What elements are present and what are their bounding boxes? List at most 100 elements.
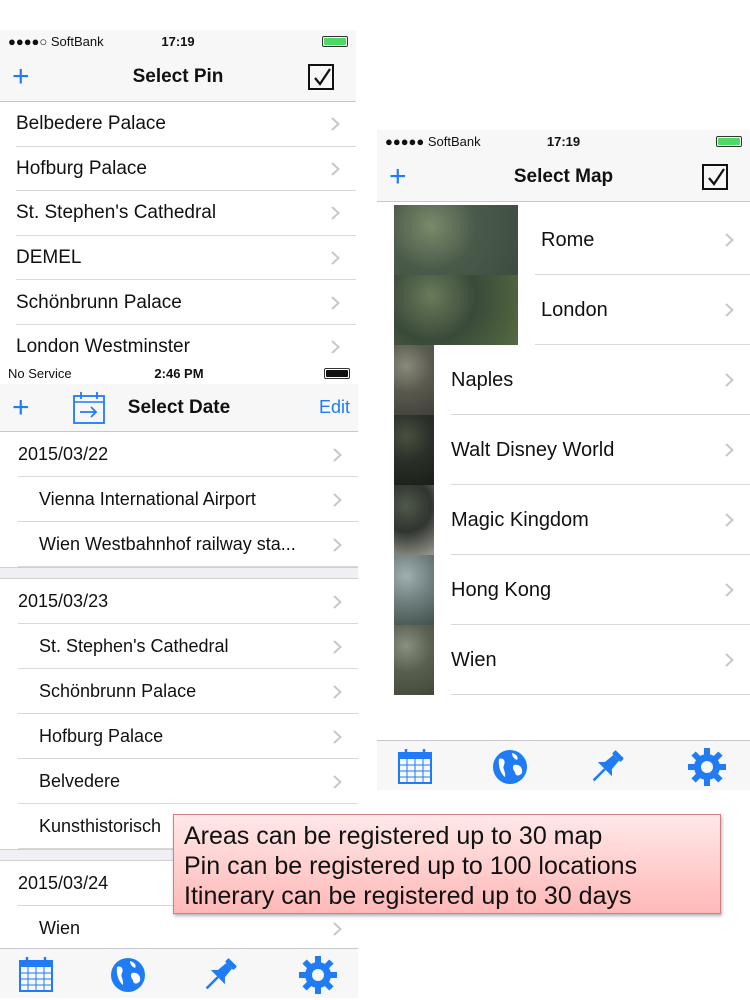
callout-line: Areas can be registered up to 30 map [184, 822, 603, 850]
itinerary-item[interactable]: St. Stephen's Cathedral [0, 624, 358, 669]
feature-callout: Areas can be registered up to 30 map Pin… [173, 814, 721, 914]
map-list-item[interactable]: Hong Kong [377, 555, 750, 625]
date-header-row-label: 2015/03/22 [18, 444, 109, 464]
pin-list-item-label: St. Stephen's Cathedral [16, 202, 217, 224]
chevron-right-icon [725, 233, 734, 247]
chevron-right-icon [331, 162, 340, 176]
itinerary-item-label: Wien Westbahnhof railway sta... [39, 534, 296, 554]
map-list-item-label: Wien [451, 648, 497, 671]
clock: 2:46 PM [154, 365, 204, 381]
itinerary-item[interactable]: Belvedere [0, 759, 358, 804]
globe-icon[interactable] [490, 747, 530, 787]
itinerary-item[interactable]: Wien Westbahnhof railway sta... [0, 522, 358, 567]
page-title: Select Date [127, 396, 231, 418]
select-map-screen: ●●●●● SoftBank 17:19 + Select Map Rome Lo… [377, 130, 750, 792]
map-list-item[interactable]: London [377, 275, 750, 345]
nav-bar: + Select Pin [0, 52, 356, 102]
map-list-item-label: London [541, 298, 608, 321]
calendar-icon[interactable] [395, 747, 435, 787]
chevron-right-icon [333, 447, 342, 462]
checkbox-icon[interactable] [702, 163, 728, 190]
chevron-right-icon [333, 537, 342, 552]
chevron-right-icon [333, 594, 342, 609]
pin-list-item-label: London Westminster [16, 336, 190, 358]
pin-list-item[interactable]: DEMEL [0, 236, 356, 281]
map-list-item[interactable]: Naples [377, 345, 750, 415]
pin-list-item-label: Schönbrunn Palace [16, 291, 182, 313]
pin-list-item[interactable]: Hofburg Palace [0, 147, 356, 192]
gear-icon[interactable] [298, 955, 338, 995]
chevron-right-icon [331, 340, 340, 355]
date-header-row-label: 2015/03/23 [18, 591, 109, 611]
map-list-item-label: Hong Kong [451, 578, 552, 601]
pin-list-item[interactable]: Schönbrunn Palace [0, 280, 356, 325]
itinerary-item[interactable]: Hofburg Palace [0, 714, 358, 759]
chevron-right-icon [333, 684, 342, 699]
clock: 17:19 [546, 133, 581, 149]
pin-icon[interactable] [200, 955, 240, 995]
callout-line: Pin can be registered up to 100 location… [184, 852, 638, 880]
map-list-item[interactable]: Rome [377, 205, 750, 275]
gear-icon[interactable] [687, 747, 727, 787]
chevron-right-icon [725, 373, 734, 387]
pin-list-item-label: DEMEL [16, 247, 82, 269]
clock: 17:19 [161, 33, 195, 49]
map-list-item[interactable]: Magic Kingdom [377, 485, 750, 555]
chevron-right-icon [333, 774, 342, 789]
battery-icon [322, 36, 348, 47]
map-list-item-label: Naples [451, 368, 514, 391]
checkbox-icon[interactable] [308, 63, 334, 90]
chevron-right-icon [331, 251, 340, 265]
globe-icon[interactable] [108, 955, 148, 995]
itinerary-item-label: Belvedere [39, 771, 121, 791]
status-bar: ●●●●○ SoftBank 17:19 [0, 30, 356, 52]
calendar-icon[interactable] [16, 955, 56, 995]
pin-list-item[interactable]: St. Stephen's Cathedral [0, 191, 356, 236]
map-list-item[interactable]: Wien [377, 625, 750, 695]
chevron-right-icon [725, 583, 734, 597]
callout-line: Itinerary can be registered up to 30 day… [184, 882, 632, 910]
section-separator [0, 567, 358, 579]
chevron-right-icon [725, 443, 734, 457]
date-header-row-label: 2015/03/24 [18, 873, 109, 893]
chevron-right-icon [725, 303, 734, 317]
select-pin-screen: ●●●●○ SoftBank 17:19 + Select Pin Belbed… [0, 30, 356, 370]
chevron-right-icon [725, 653, 734, 667]
date-header-row[interactable]: 2015/03/23 [0, 579, 358, 624]
battery-icon [324, 368, 350, 379]
itinerary-item-label: Wien [39, 918, 81, 938]
chevron-right-icon [333, 639, 342, 654]
itinerary-item[interactable]: Schönbrunn Palace [0, 669, 358, 714]
map-list-item[interactable]: Walt Disney World [377, 415, 750, 485]
tab-bar [0, 948, 358, 998]
itinerary-item-label: Schönbrunn Palace [39, 681, 197, 701]
chevron-right-icon [331, 206, 340, 221]
nav-bar: + Select Map [377, 152, 750, 202]
itinerary-item-label: Hofburg Palace [39, 726, 164, 746]
date-header-row[interactable]: 2015/03/22 [0, 432, 358, 477]
tab-bar [377, 740, 750, 790]
page-title: Select Map [513, 165, 614, 187]
pin-list-item-label: Belbedere Palace [16, 113, 166, 135]
status-bar: ●●●●● SoftBank 17:19 [377, 130, 750, 152]
pin-icon[interactable] [587, 747, 627, 787]
map-list-item-label: Rome [541, 228, 595, 251]
itinerary-item-label: Vienna International Airport [39, 489, 256, 509]
chevron-right-icon [333, 921, 342, 936]
chevron-right-icon [725, 513, 734, 527]
map-list-item-label: Magic Kingdom [451, 508, 589, 531]
edit-button[interactable]: Edit [319, 397, 350, 418]
itinerary-item-label: St. Stephen's Cathedral [39, 636, 229, 656]
page-title: Select Pin [132, 65, 224, 87]
map-list-item-label: Walt Disney World [451, 438, 615, 461]
pin-list-item[interactable]: Belbedere Palace [0, 102, 356, 147]
chevron-right-icon [331, 295, 340, 310]
chevron-right-icon [333, 492, 342, 507]
chevron-right-icon [333, 729, 342, 744]
status-bar: No Service 2:46 PM [0, 362, 358, 384]
battery-icon [716, 136, 742, 147]
itinerary-item[interactable]: Vienna International Airport [0, 477, 358, 522]
itinerary-item-label: Kunsthistorisch [39, 816, 162, 836]
pin-list-item-label: Hofburg Palace [16, 157, 147, 179]
chevron-right-icon [331, 117, 340, 132]
